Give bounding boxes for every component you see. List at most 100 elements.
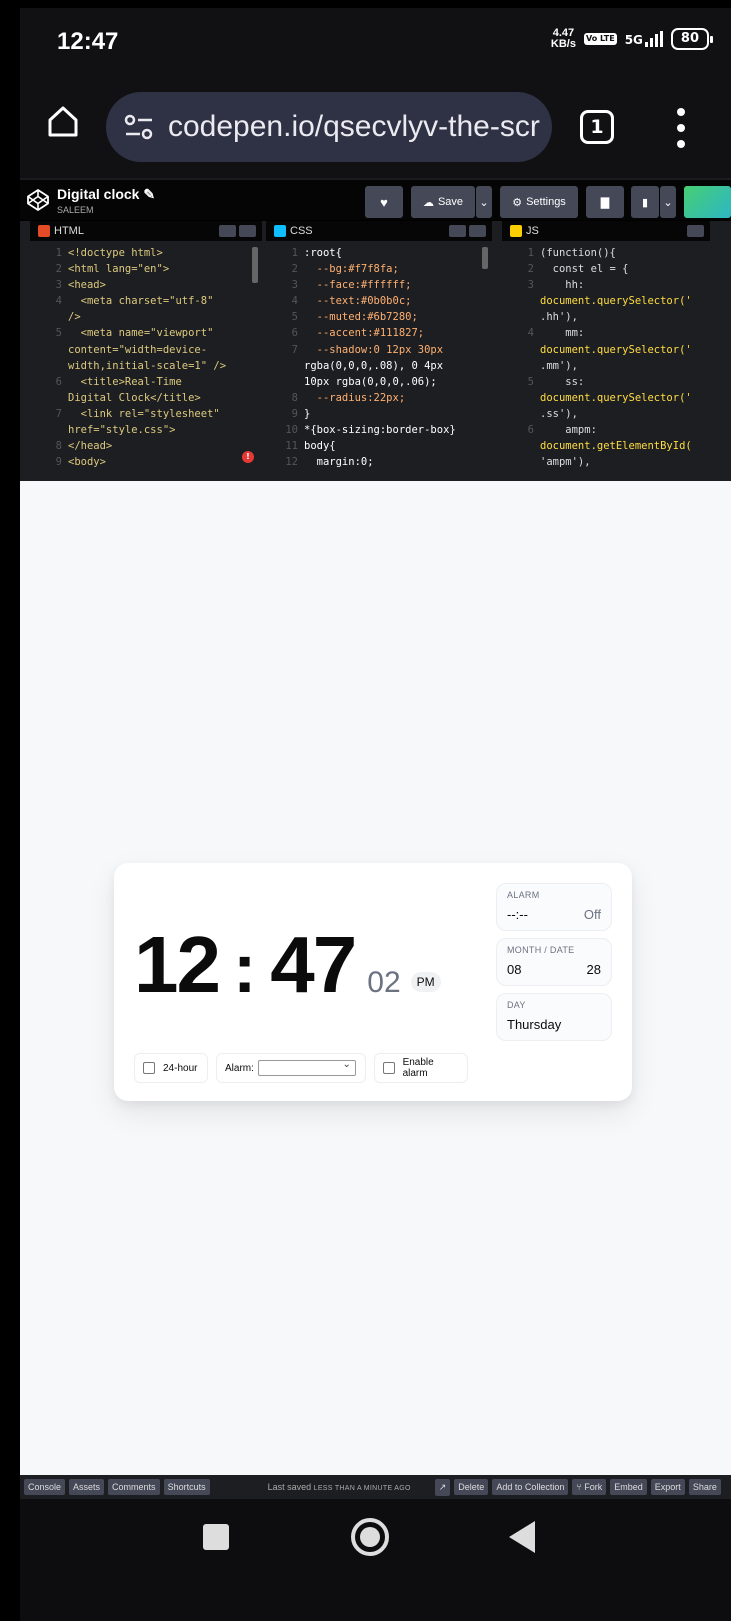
- add-to-collection-button[interactable]: Add to Collection: [492, 1479, 569, 1495]
- edit-pencil-icon[interactable]: ✎: [143, 186, 155, 202]
- editor-settings-icon[interactable]: [219, 225, 236, 237]
- code-text: content="width=device-: [68, 343, 208, 356]
- html-editor-tab[interactable]: HTML: [30, 221, 262, 241]
- code-line: 1 (function(){: [508, 245, 710, 261]
- code-text: :root{: [304, 247, 342, 259]
- collapse-icon[interactable]: [239, 225, 256, 237]
- editor-scrollbar[interactable]: [252, 247, 258, 283]
- site-settings-icon[interactable]: [122, 113, 156, 141]
- line-number: 11: [285, 440, 298, 453]
- back-icon[interactable]: [509, 1521, 535, 1553]
- settings-button[interactable]: ⚙ Settings: [500, 186, 578, 218]
- line-number: 8: [291, 391, 298, 404]
- save-button[interactable]: ☁ Save: [411, 186, 475, 218]
- export-button[interactable]: Export: [650, 1479, 685, 1495]
- code-text: --muted:#6b7280;: [304, 311, 418, 324]
- html-editor[interactable]: HTML 1 <!doctype html> 2 <html lang="en"> 3 <…: [30, 221, 262, 481]
- home-icon[interactable]: [46, 104, 80, 138]
- recents-icon[interactable]: [203, 1524, 229, 1550]
- love-button[interactable]: ♥: [365, 186, 403, 218]
- js-icon: [510, 225, 522, 237]
- checkbox-24h[interactable]: [143, 1062, 155, 1074]
- alarm-info: ALARM --:-- Off: [496, 883, 612, 931]
- checkbox-enable-alarm[interactable]: [383, 1062, 395, 1074]
- month-date-info: MONTH / DATE 08 28: [496, 938, 612, 986]
- tab-switcher-button[interactable]: 1: [580, 110, 614, 144]
- save-dropdown-button[interactable]: ⌄: [476, 186, 492, 218]
- user-avatar[interactable]: [684, 186, 731, 218]
- alarm-time-value: --:--: [507, 907, 528, 922]
- line-number: 2: [527, 263, 534, 276]
- code-line: 2 const el = {: [508, 261, 710, 277]
- css-editor-tab[interactable]: CSS: [266, 221, 492, 241]
- bookmark-button[interactable]: ▮: [631, 186, 659, 218]
- fork-button[interactable]: ⑂ Fork: [572, 1479, 607, 1495]
- save-label: Save: [437, 196, 464, 208]
- js-editor-tab[interactable]: JS: [502, 221, 710, 241]
- code-line: width,initial-scale=1" />: [36, 358, 262, 374]
- assets-button[interactable]: Assets: [69, 1479, 105, 1495]
- code-text: <body>: [68, 456, 106, 469]
- url-bar[interactable]: codepen.io/qsecvlyv-the-scr: [106, 92, 552, 162]
- change-view-button[interactable]: ▇: [586, 186, 624, 218]
- line-number: 9: [291, 407, 298, 420]
- toggle-24h-label: 24-hour: [163, 1062, 198, 1074]
- error-icon[interactable]: !: [242, 451, 254, 463]
- alarm-picker[interactable]: Alarm:: [216, 1053, 366, 1083]
- codepen-logo-icon[interactable]: [26, 188, 50, 212]
- code-text: document.getElementById(: [540, 440, 692, 453]
- collapse-icon[interactable]: [469, 225, 486, 237]
- editor-settings-icon[interactable]: [687, 225, 704, 237]
- line-number: 4: [55, 295, 62, 308]
- code-line: 3 hh:: [508, 277, 710, 293]
- code-line: 4 mm:: [508, 325, 710, 341]
- editor-settings-icon[interactable]: [449, 225, 466, 237]
- chevron-down-icon: ⌄: [479, 196, 489, 209]
- enable-alarm[interactable]: Enable alarm: [374, 1053, 468, 1083]
- code-line: 7 --shadow:0 12px 30px: [272, 342, 492, 358]
- alarm-time-input[interactable]: [257, 1059, 356, 1076]
- bookmark-dropdown-button[interactable]: ⌄: [660, 186, 676, 218]
- shortcuts-button[interactable]: Shortcuts: [163, 1479, 210, 1495]
- clock-colon: :: [232, 929, 257, 1007]
- js-code[interactable]: 1 (function(){2 const el = {3 hh: document…: [502, 245, 710, 481]
- heart-icon: ♥: [380, 194, 388, 210]
- code-text: margin:0;: [304, 456, 374, 469]
- embed-button[interactable]: Embed: [610, 1479, 647, 1495]
- day-value: Thursday: [507, 1017, 562, 1032]
- comments-button[interactable]: Comments: [108, 1479, 160, 1495]
- code-text: Digital Clock</title>: [68, 391, 201, 404]
- js-editor[interactable]: JS 1 (function(){2 const el = {3 hh: docum…: [502, 221, 710, 481]
- toggle-24h[interactable]: 24-hour: [134, 1053, 208, 1083]
- editor-scrollbar[interactable]: [482, 247, 488, 269]
- line-number: 5: [55, 327, 62, 340]
- code-text: <meta name="viewport": [68, 327, 214, 340]
- code-editors: HTML 1 <!doctype html> 2 <html lang="en"> 3 <…: [20, 221, 731, 481]
- line-number: 6: [527, 424, 534, 437]
- html-code[interactable]: 1 <!doctype html> 2 <html lang="en"> 3 <head>…: [30, 245, 262, 481]
- gear-icon: ⚙: [512, 196, 523, 209]
- line-number: 1: [55, 247, 62, 259]
- signal-icon: 5G: [625, 31, 663, 47]
- line-number: 7: [55, 407, 62, 420]
- code-text: ss:: [540, 375, 585, 388]
- clock-minutes: 47: [270, 920, 357, 1009]
- home-circle-icon[interactable]: [351, 1518, 389, 1556]
- last-saved-label: Last saved: [267, 1482, 312, 1492]
- fork-label: Fork: [584, 1482, 603, 1492]
- code-text: --bg:#f7f8fa;: [304, 263, 399, 276]
- code-line: 9 <body>: [36, 454, 262, 470]
- console-button[interactable]: Console: [24, 1479, 66, 1495]
- code-line: 5 --muted:#6b7280;: [272, 309, 492, 325]
- line-number: 5: [527, 375, 534, 388]
- preview-frame: 12 : 47 02 PM ALARM --:-- Off MONTH / DA…: [20, 481, 731, 1475]
- line-number: 7: [291, 343, 298, 356]
- css-code[interactable]: 1:root{2 --bg:#f7f8fa; 3 --face:#ffffff; 4…: [266, 245, 492, 481]
- pen-author[interactable]: SALEEM: [57, 205, 94, 215]
- pen-title[interactable]: Digital clock ✎: [57, 186, 155, 203]
- browser-menu-icon[interactable]: [676, 108, 686, 148]
- share-button[interactable]: Share: [688, 1479, 721, 1495]
- delete-button[interactable]: Delete: [454, 1479, 489, 1495]
- open-external-icon[interactable]: ↗: [434, 1478, 451, 1496]
- css-editor[interactable]: CSS 1:root{2 --bg:#f7f8fa; 3 --face:#ffff…: [266, 221, 492, 481]
